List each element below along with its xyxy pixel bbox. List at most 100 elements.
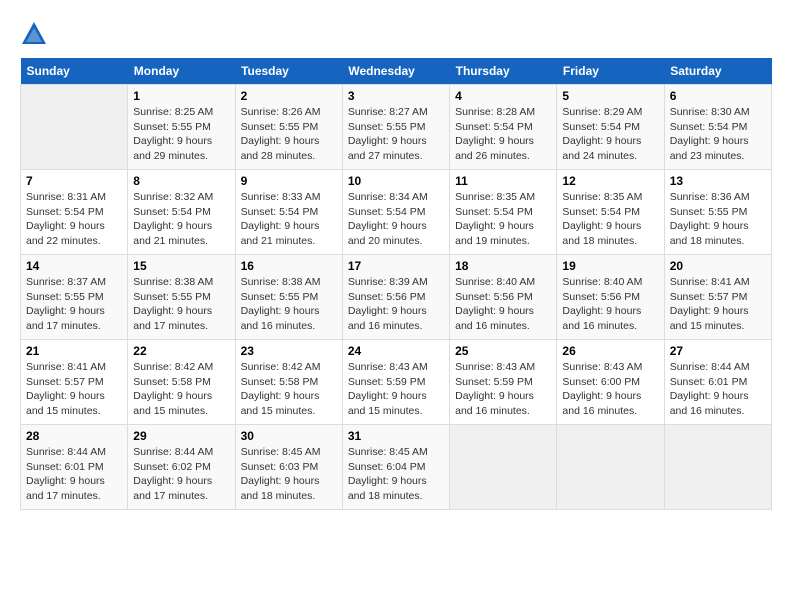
calendar-table: SundayMondayTuesdayWednesdayThursdayFrid… [20, 58, 772, 510]
calendar-cell: 23 Sunrise: 8:42 AM Sunset: 5:58 PM Dayl… [235, 340, 342, 425]
daylight-label: Daylight: 9 hours and 17 minutes. [26, 475, 105, 502]
sunrise-label: Sunrise: 8:41 AM [26, 361, 106, 373]
daylight-label: Daylight: 9 hours and 18 minutes. [562, 220, 641, 247]
day-number: 17 [348, 259, 444, 273]
sunset-label: Sunset: 5:55 PM [348, 121, 426, 133]
sunset-label: Sunset: 5:56 PM [455, 291, 533, 303]
sunrise-label: Sunrise: 8:42 AM [241, 361, 321, 373]
weekday-header-tuesday: Tuesday [235, 58, 342, 85]
page-header [20, 20, 772, 48]
sunset-label: Sunset: 6:01 PM [26, 461, 104, 473]
day-info: Sunrise: 8:44 AM Sunset: 6:01 PM Dayligh… [26, 445, 122, 504]
sunrise-label: Sunrise: 8:44 AM [133, 446, 213, 458]
daylight-label: Daylight: 9 hours and 15 minutes. [26, 390, 105, 417]
day-info: Sunrise: 8:38 AM Sunset: 5:55 PM Dayligh… [241, 275, 337, 334]
weekday-header-saturday: Saturday [664, 58, 771, 85]
sunset-label: Sunset: 5:54 PM [133, 206, 211, 218]
sunset-label: Sunset: 6:00 PM [562, 376, 640, 388]
daylight-label: Daylight: 9 hours and 16 minutes. [670, 390, 749, 417]
sunrise-label: Sunrise: 8:38 AM [241, 276, 321, 288]
daylight-label: Daylight: 9 hours and 16 minutes. [455, 390, 534, 417]
day-number: 6 [670, 89, 766, 103]
calendar-cell: 12 Sunrise: 8:35 AM Sunset: 5:54 PM Dayl… [557, 170, 664, 255]
daylight-label: Daylight: 9 hours and 27 minutes. [348, 135, 427, 162]
calendar-cell: 22 Sunrise: 8:42 AM Sunset: 5:58 PM Dayl… [128, 340, 235, 425]
sunset-label: Sunset: 5:55 PM [26, 291, 104, 303]
sunrise-label: Sunrise: 8:39 AM [348, 276, 428, 288]
daylight-label: Daylight: 9 hours and 19 minutes. [455, 220, 534, 247]
day-number: 11 [455, 174, 551, 188]
day-info: Sunrise: 8:43 AM Sunset: 6:00 PM Dayligh… [562, 360, 658, 419]
day-info: Sunrise: 8:33 AM Sunset: 5:54 PM Dayligh… [241, 190, 337, 249]
sunset-label: Sunset: 5:58 PM [133, 376, 211, 388]
calendar-cell: 7 Sunrise: 8:31 AM Sunset: 5:54 PM Dayli… [21, 170, 128, 255]
daylight-label: Daylight: 9 hours and 16 minutes. [348, 305, 427, 332]
sunset-label: Sunset: 5:54 PM [348, 206, 426, 218]
calendar-week-row: 14 Sunrise: 8:37 AM Sunset: 5:55 PM Dayl… [21, 255, 772, 340]
daylight-label: Daylight: 9 hours and 16 minutes. [241, 305, 320, 332]
weekday-header-friday: Friday [557, 58, 664, 85]
sunset-label: Sunset: 5:58 PM [241, 376, 319, 388]
calendar-cell [21, 85, 128, 170]
day-info: Sunrise: 8:39 AM Sunset: 5:56 PM Dayligh… [348, 275, 444, 334]
calendar-cell [664, 425, 771, 510]
calendar-cell: 10 Sunrise: 8:34 AM Sunset: 5:54 PM Dayl… [342, 170, 449, 255]
calendar-cell: 4 Sunrise: 8:28 AM Sunset: 5:54 PM Dayli… [450, 85, 557, 170]
calendar-cell: 21 Sunrise: 8:41 AM Sunset: 5:57 PM Dayl… [21, 340, 128, 425]
sunrise-label: Sunrise: 8:35 AM [455, 191, 535, 203]
weekday-header-wednesday: Wednesday [342, 58, 449, 85]
sunrise-label: Sunrise: 8:40 AM [455, 276, 535, 288]
day-number: 22 [133, 344, 229, 358]
day-number: 25 [455, 344, 551, 358]
day-number: 28 [26, 429, 122, 443]
calendar-cell: 9 Sunrise: 8:33 AM Sunset: 5:54 PM Dayli… [235, 170, 342, 255]
day-info: Sunrise: 8:44 AM Sunset: 6:02 PM Dayligh… [133, 445, 229, 504]
calendar-week-row: 21 Sunrise: 8:41 AM Sunset: 5:57 PM Dayl… [21, 340, 772, 425]
sunset-label: Sunset: 5:54 PM [562, 206, 640, 218]
day-info: Sunrise: 8:41 AM Sunset: 5:57 PM Dayligh… [670, 275, 766, 334]
day-number: 13 [670, 174, 766, 188]
daylight-label: Daylight: 9 hours and 26 minutes. [455, 135, 534, 162]
sunrise-label: Sunrise: 8:37 AM [26, 276, 106, 288]
calendar-cell: 24 Sunrise: 8:43 AM Sunset: 5:59 PM Dayl… [342, 340, 449, 425]
sunrise-label: Sunrise: 8:44 AM [670, 361, 750, 373]
daylight-label: Daylight: 9 hours and 21 minutes. [241, 220, 320, 247]
sunset-label: Sunset: 5:54 PM [455, 206, 533, 218]
calendar-cell [450, 425, 557, 510]
day-info: Sunrise: 8:42 AM Sunset: 5:58 PM Dayligh… [133, 360, 229, 419]
day-number: 24 [348, 344, 444, 358]
sunset-label: Sunset: 5:54 PM [26, 206, 104, 218]
weekday-header-row: SundayMondayTuesdayWednesdayThursdayFrid… [21, 58, 772, 85]
daylight-label: Daylight: 9 hours and 16 minutes. [562, 305, 641, 332]
day-number: 10 [348, 174, 444, 188]
calendar-cell: 18 Sunrise: 8:40 AM Sunset: 5:56 PM Dayl… [450, 255, 557, 340]
day-number: 19 [562, 259, 658, 273]
day-info: Sunrise: 8:36 AM Sunset: 5:55 PM Dayligh… [670, 190, 766, 249]
sunset-label: Sunset: 5:57 PM [26, 376, 104, 388]
sunset-label: Sunset: 5:56 PM [348, 291, 426, 303]
sunrise-label: Sunrise: 8:25 AM [133, 106, 213, 118]
day-number: 27 [670, 344, 766, 358]
calendar-cell: 28 Sunrise: 8:44 AM Sunset: 6:01 PM Dayl… [21, 425, 128, 510]
day-number: 9 [241, 174, 337, 188]
calendar-cell: 20 Sunrise: 8:41 AM Sunset: 5:57 PM Dayl… [664, 255, 771, 340]
sunrise-label: Sunrise: 8:28 AM [455, 106, 535, 118]
day-number: 2 [241, 89, 337, 103]
calendar-cell: 29 Sunrise: 8:44 AM Sunset: 6:02 PM Dayl… [128, 425, 235, 510]
day-info: Sunrise: 8:38 AM Sunset: 5:55 PM Dayligh… [133, 275, 229, 334]
daylight-label: Daylight: 9 hours and 17 minutes. [133, 475, 212, 502]
day-info: Sunrise: 8:29 AM Sunset: 5:54 PM Dayligh… [562, 105, 658, 164]
sunset-label: Sunset: 5:56 PM [562, 291, 640, 303]
sunset-label: Sunset: 6:03 PM [241, 461, 319, 473]
sunrise-label: Sunrise: 8:42 AM [133, 361, 213, 373]
day-number: 16 [241, 259, 337, 273]
day-info: Sunrise: 8:25 AM Sunset: 5:55 PM Dayligh… [133, 105, 229, 164]
day-number: 29 [133, 429, 229, 443]
calendar-cell: 2 Sunrise: 8:26 AM Sunset: 5:55 PM Dayli… [235, 85, 342, 170]
daylight-label: Daylight: 9 hours and 24 minutes. [562, 135, 641, 162]
sunrise-label: Sunrise: 8:26 AM [241, 106, 321, 118]
calendar-week-row: 28 Sunrise: 8:44 AM Sunset: 6:01 PM Dayl… [21, 425, 772, 510]
day-info: Sunrise: 8:43 AM Sunset: 5:59 PM Dayligh… [455, 360, 551, 419]
day-number: 31 [348, 429, 444, 443]
daylight-label: Daylight: 9 hours and 15 minutes. [133, 390, 212, 417]
